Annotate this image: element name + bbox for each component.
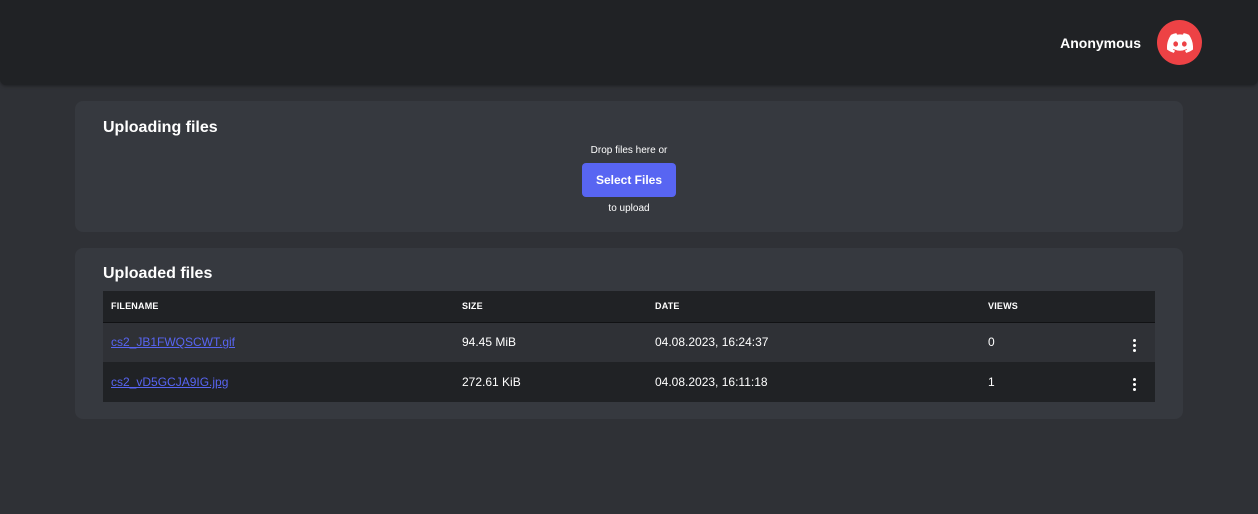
views-cell: 1	[988, 375, 995, 389]
drop-suffix: to upload	[608, 203, 650, 214]
column-header-actions	[1110, 291, 1155, 323]
uploaded-files-title: Uploaded files	[103, 265, 213, 282]
actions-cell	[1110, 362, 1155, 402]
column-header-filename[interactable]: FILENAME	[103, 291, 454, 323]
drop-zone[interactable]: Drop files here or Select Files to uploa…	[75, 145, 1183, 215]
table-row: cs2_JB1FWQSCWT.gif 94.45 MiB 04.08.2023,…	[103, 322, 1155, 362]
column-header-views[interactable]: VIEWS	[980, 291, 1110, 323]
upload-title: Uploading files	[103, 119, 218, 136]
table-header-row: FILENAME SIZE DATE VIEWS	[103, 291, 1155, 323]
views-cell: 0	[988, 335, 995, 350]
date-cell: 04.08.2023, 16:11:18	[655, 375, 768, 389]
filename-cell: cs2_vD5GCJA9IG.jpg	[103, 362, 454, 402]
top-bar: Anonymous	[0, 0, 1258, 85]
size-cell: 94.45 MiB	[462, 335, 517, 350]
filename-link[interactable]: cs2_JB1FWQSCWT.gif	[111, 335, 235, 349]
date-cell: 04.08.2023, 16:24:37	[655, 335, 769, 350]
filename-link[interactable]: cs2_vD5GCJA9IG.jpg	[111, 375, 228, 389]
actions-cell	[1110, 322, 1155, 362]
kebab-menu-icon[interactable]	[1126, 376, 1142, 394]
table-row: cs2_vD5GCJA9IG.jpg 272.61 KiB 04.08.2023…	[103, 362, 1155, 402]
discord-icon	[1166, 32, 1193, 53]
files-table: FILENAME SIZE DATE VIEWS cs2_JB1FWQSCWT.…	[103, 291, 1155, 402]
column-header-date[interactable]: DATE	[647, 291, 980, 323]
filename-cell: cs2_JB1FWQSCWT.gif	[103, 322, 454, 362]
upload-card: Uploading files Drop files here or Selec…	[75, 101, 1183, 232]
drop-hint: Drop files here or	[590, 145, 668, 156]
user-name: Anonymous	[1060, 35, 1141, 51]
avatar[interactable]	[1157, 20, 1202, 65]
select-files-button[interactable]: Select Files	[582, 163, 676, 197]
size-cell: 272.61 KiB	[462, 375, 521, 389]
kebab-menu-icon[interactable]	[1126, 336, 1142, 354]
column-header-size[interactable]: SIZE	[454, 291, 647, 323]
uploaded-files-card: Uploaded files FILENAME SIZE DATE VIEWS …	[75, 248, 1183, 419]
